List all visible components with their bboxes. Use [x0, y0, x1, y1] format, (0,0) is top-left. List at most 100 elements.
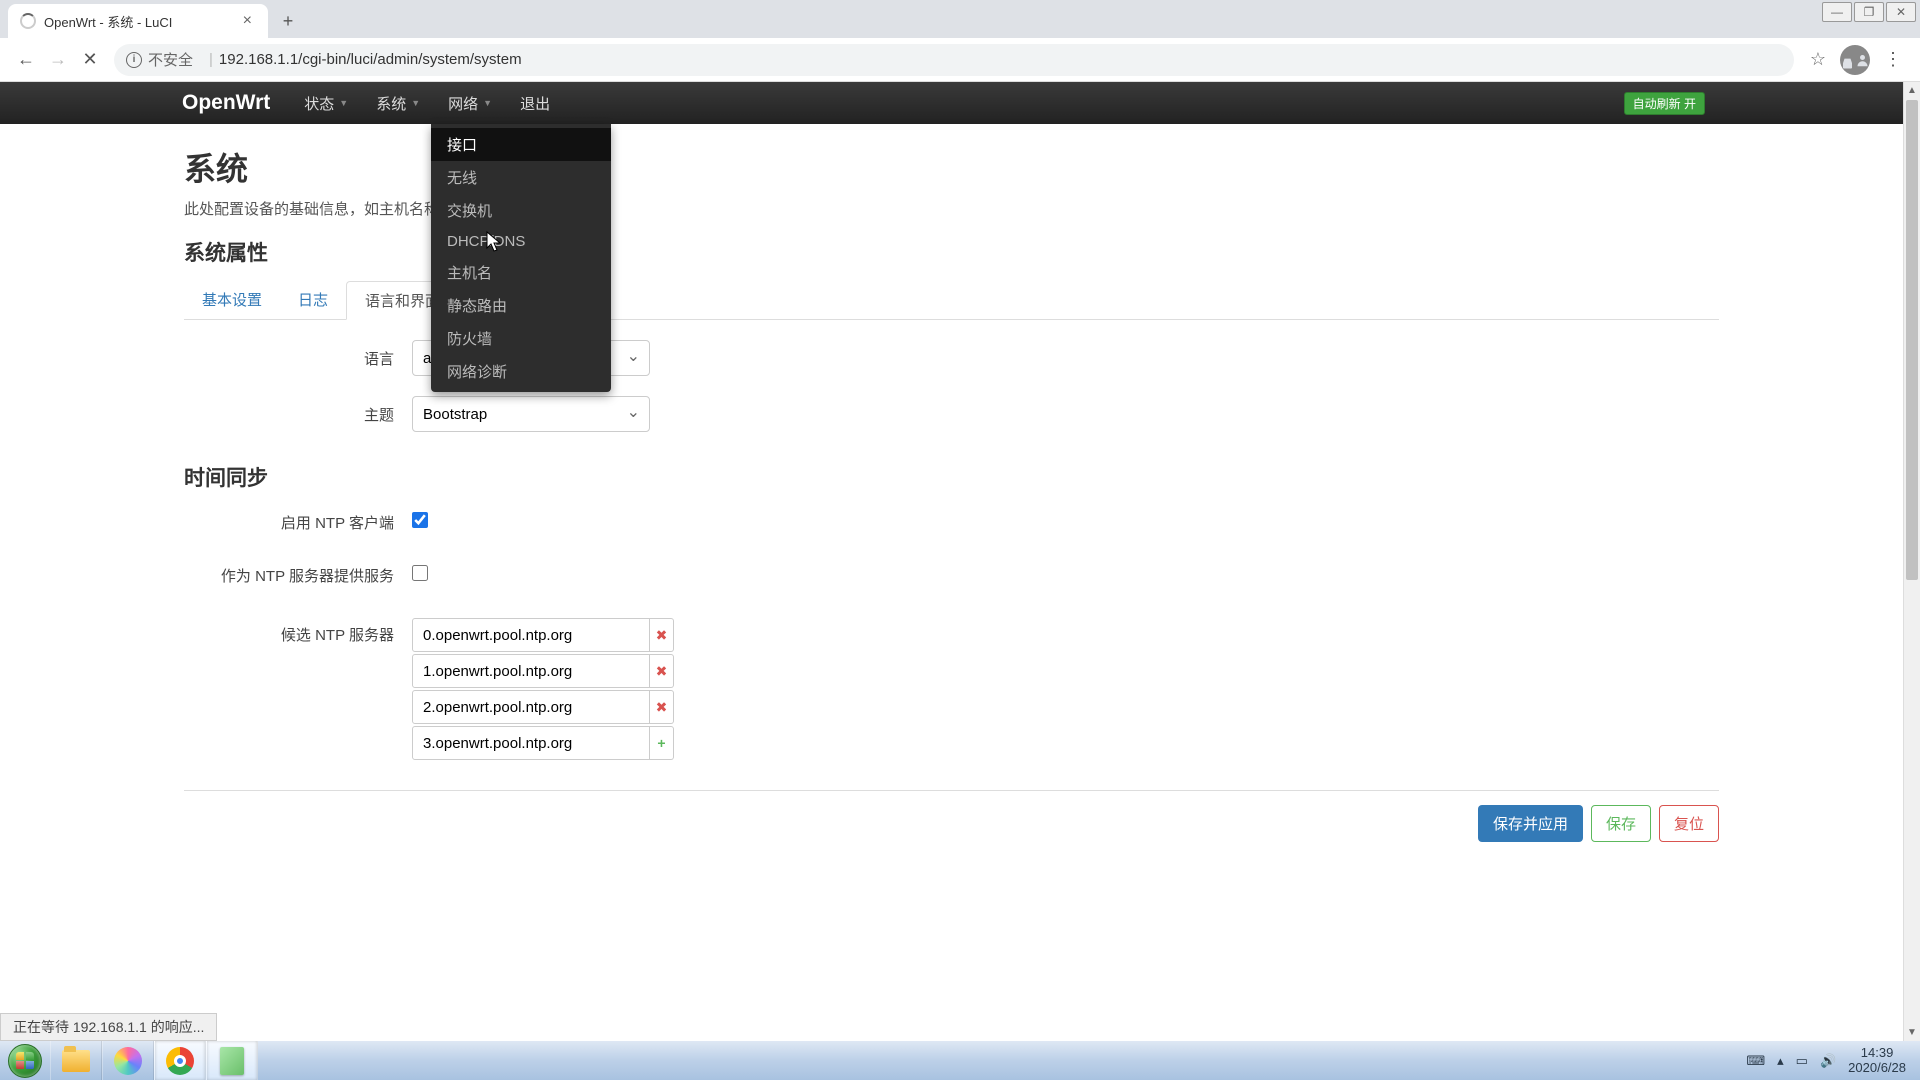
stop-reload-button[interactable]: ✕ [74, 44, 106, 76]
remove-ntp-button[interactable]: ✖ [650, 690, 674, 724]
window-controls: — ❐ ✕ [1822, 2, 1916, 22]
tab-logging[interactable]: 日志 [280, 281, 346, 319]
info-icon: i [126, 52, 142, 68]
scroll-up-button[interactable]: ▲ [1904, 82, 1920, 99]
taskbar-chrome[interactable] [154, 1041, 206, 1080]
loading-spinner-icon [20, 13, 36, 29]
tray-expand-icon[interactable]: ▴ [1777, 1053, 1784, 1069]
reset-button[interactable]: 复位 [1659, 805, 1719, 842]
section-timesync: 时间同步 [184, 462, 1719, 492]
section-system-props: 系统属性 [184, 237, 1719, 267]
action-center-icon[interactable]: ▭ [1796, 1053, 1808, 1069]
add-ntp-button[interactable]: + [650, 726, 674, 760]
system-tray: ⌨ ▴ ▭ 🔊 14:39 2020/6/28 [1746, 1046, 1920, 1076]
save-apply-button[interactable]: 保存并应用 [1478, 805, 1583, 842]
bookmark-star-icon[interactable]: ☆ [1810, 49, 1826, 70]
dropdown-item-firewall[interactable]: 防火墙 [431, 322, 611, 355]
brand-logo[interactable]: OpenWrt [182, 91, 270, 115]
date-text: 2020/6/28 [1848, 1061, 1906, 1076]
dropdown-item-diagnostics[interactable]: 网络诊断 [431, 355, 611, 388]
ntp-server-row: ✖ [412, 690, 674, 724]
start-button[interactable] [0, 1041, 50, 1080]
windows-taskbar: ⌨ ▴ ▭ 🔊 14:39 2020/6/28 [0, 1041, 1920, 1080]
label-ntp-client: 启用 NTP 客户端 [184, 512, 412, 533]
scroll-thumb[interactable] [1906, 100, 1918, 580]
auto-refresh-toggle[interactable]: 自动刷新 开 [1624, 92, 1705, 115]
clock[interactable]: 14:39 2020/6/28 [1848, 1046, 1906, 1076]
nav-status[interactable]: 状态▼ [290, 82, 362, 124]
ntp-server-input[interactable] [412, 654, 650, 688]
browser-tab-bar: OpenWrt - 系统 - LuCI × + [0, 0, 1920, 38]
ntp-server-row: ✖ [412, 654, 674, 688]
select-theme[interactable]: Bootstrap [412, 396, 650, 432]
browser-menu-button[interactable]: ⋮ [1876, 49, 1910, 70]
main-content: 系统 此处配置设备的基础信息，如主机名称 系统属性 基本设置 日志 语言和界面 … [0, 124, 1903, 856]
browser-toolbar: ← → ✕ i 不安全 | 192.168.1.1/cgi-bin/luci/a… [0, 38, 1920, 82]
save-button[interactable]: 保存 [1591, 805, 1651, 842]
luci-navbar: OpenWrt 状态▼ 系统▼ 网络▼ 退出 自动刷新 开 接口 无线 交换机 … [0, 82, 1903, 124]
nav-system[interactable]: 系统▼ [362, 82, 434, 124]
page-title: 系统 [184, 144, 1719, 190]
dropdown-item-staticroutes[interactable]: 静态路由 [431, 289, 611, 322]
checkbox-ntp-client[interactable] [412, 512, 428, 528]
notepad-icon [220, 1047, 244, 1075]
window-maximize-button[interactable]: ❐ [1854, 2, 1884, 22]
remove-ntp-button[interactable]: ✖ [650, 618, 674, 652]
tabs: 基本设置 日志 语言和界面 [184, 281, 1719, 320]
person-icon [1855, 51, 1870, 69]
ntp-server-input[interactable] [412, 690, 650, 724]
page-viewport: OpenWrt 状态▼ 系统▼ 网络▼ 退出 自动刷新 开 接口 无线 交换机 … [0, 82, 1903, 1041]
back-button[interactable]: ← [10, 44, 42, 76]
window-minimize-button[interactable]: — [1822, 2, 1852, 22]
chrome-icon [166, 1047, 194, 1075]
ime-icon[interactable]: ⌨ [1746, 1053, 1765, 1069]
color-wheel-icon [114, 1047, 142, 1075]
nav-logout[interactable]: 退出 [506, 82, 564, 124]
taskbar-notepad[interactable] [206, 1041, 258, 1080]
label-ntp-candidates: 候选 NTP 服务器 [184, 618, 412, 645]
row-ntp-server: 作为 NTP 服务器提供服务 [184, 565, 1719, 586]
ntp-server-input[interactable] [412, 726, 650, 760]
page-description: 此处配置设备的基础信息，如主机名称 [184, 198, 1719, 219]
vertical-scrollbar[interactable]: ▲ ▼ [1903, 82, 1920, 1041]
checkbox-ntp-server[interactable] [412, 565, 428, 581]
dropdown-item-hostnames[interactable]: 主机名 [431, 256, 611, 289]
caret-down-icon: ▼ [339, 98, 348, 108]
row-theme: 主题 Bootstrap [184, 396, 1719, 432]
label-ntp-server: 作为 NTP 服务器提供服务 [184, 565, 412, 586]
ntp-server-row: + [412, 726, 674, 760]
windows-logo-icon [8, 1044, 42, 1078]
volume-icon[interactable]: 🔊 [1820, 1053, 1836, 1069]
scroll-down-button[interactable]: ▼ [1904, 1024, 1920, 1041]
folder-icon [62, 1050, 90, 1072]
row-ntp-client: 启用 NTP 客户端 [184, 512, 1719, 533]
taskbar-app[interactable] [102, 1041, 154, 1080]
new-tab-button[interactable]: + [274, 7, 302, 35]
caret-down-icon: ▼ [483, 98, 492, 108]
tab-close-button[interactable]: × [239, 12, 256, 30]
dropdown-item-dhcpdns[interactable]: DHCP/DNS [431, 227, 611, 256]
caret-down-icon: ▼ [411, 98, 420, 108]
browser-tab[interactable]: OpenWrt - 系统 - LuCI × [8, 4, 268, 38]
insecure-label: 不安全 [148, 49, 193, 70]
address-bar[interactable]: i 不安全 | 192.168.1.1/cgi-bin/luci/admin/s… [114, 44, 1794, 76]
dropdown-item-interfaces[interactable]: 接口 [431, 128, 611, 161]
ntp-server-row: ✖ [412, 618, 674, 652]
taskbar-explorer[interactable] [50, 1041, 102, 1080]
network-dropdown-menu: 接口 无线 交换机 DHCP/DNS 主机名 静态路由 防火墙 网络诊断 [431, 124, 611, 392]
profile-avatar-button[interactable] [1840, 45, 1870, 75]
nav-network[interactable]: 网络▼ [434, 82, 506, 124]
window-close-button[interactable]: ✕ [1886, 2, 1916, 22]
form-actions: 保存并应用 保存 复位 [184, 790, 1719, 856]
dropdown-item-wireless[interactable]: 无线 [431, 161, 611, 194]
forward-button[interactable]: → [42, 44, 74, 76]
site-info-button[interactable]: i 不安全 [126, 49, 193, 70]
remove-ntp-button[interactable]: ✖ [650, 654, 674, 688]
label-theme: 主题 [184, 404, 412, 425]
row-ntp-candidates: 候选 NTP 服务器 ✖ ✖ ✖ + [184, 618, 1719, 762]
dropdown-item-switch[interactable]: 交换机 [431, 194, 611, 227]
ntp-server-input[interactable] [412, 618, 650, 652]
tab-general[interactable]: 基本设置 [184, 281, 280, 319]
browser-status-bar: 正在等待 192.168.1.1 的响应... [0, 1013, 217, 1041]
label-language: 语言 [184, 348, 412, 369]
